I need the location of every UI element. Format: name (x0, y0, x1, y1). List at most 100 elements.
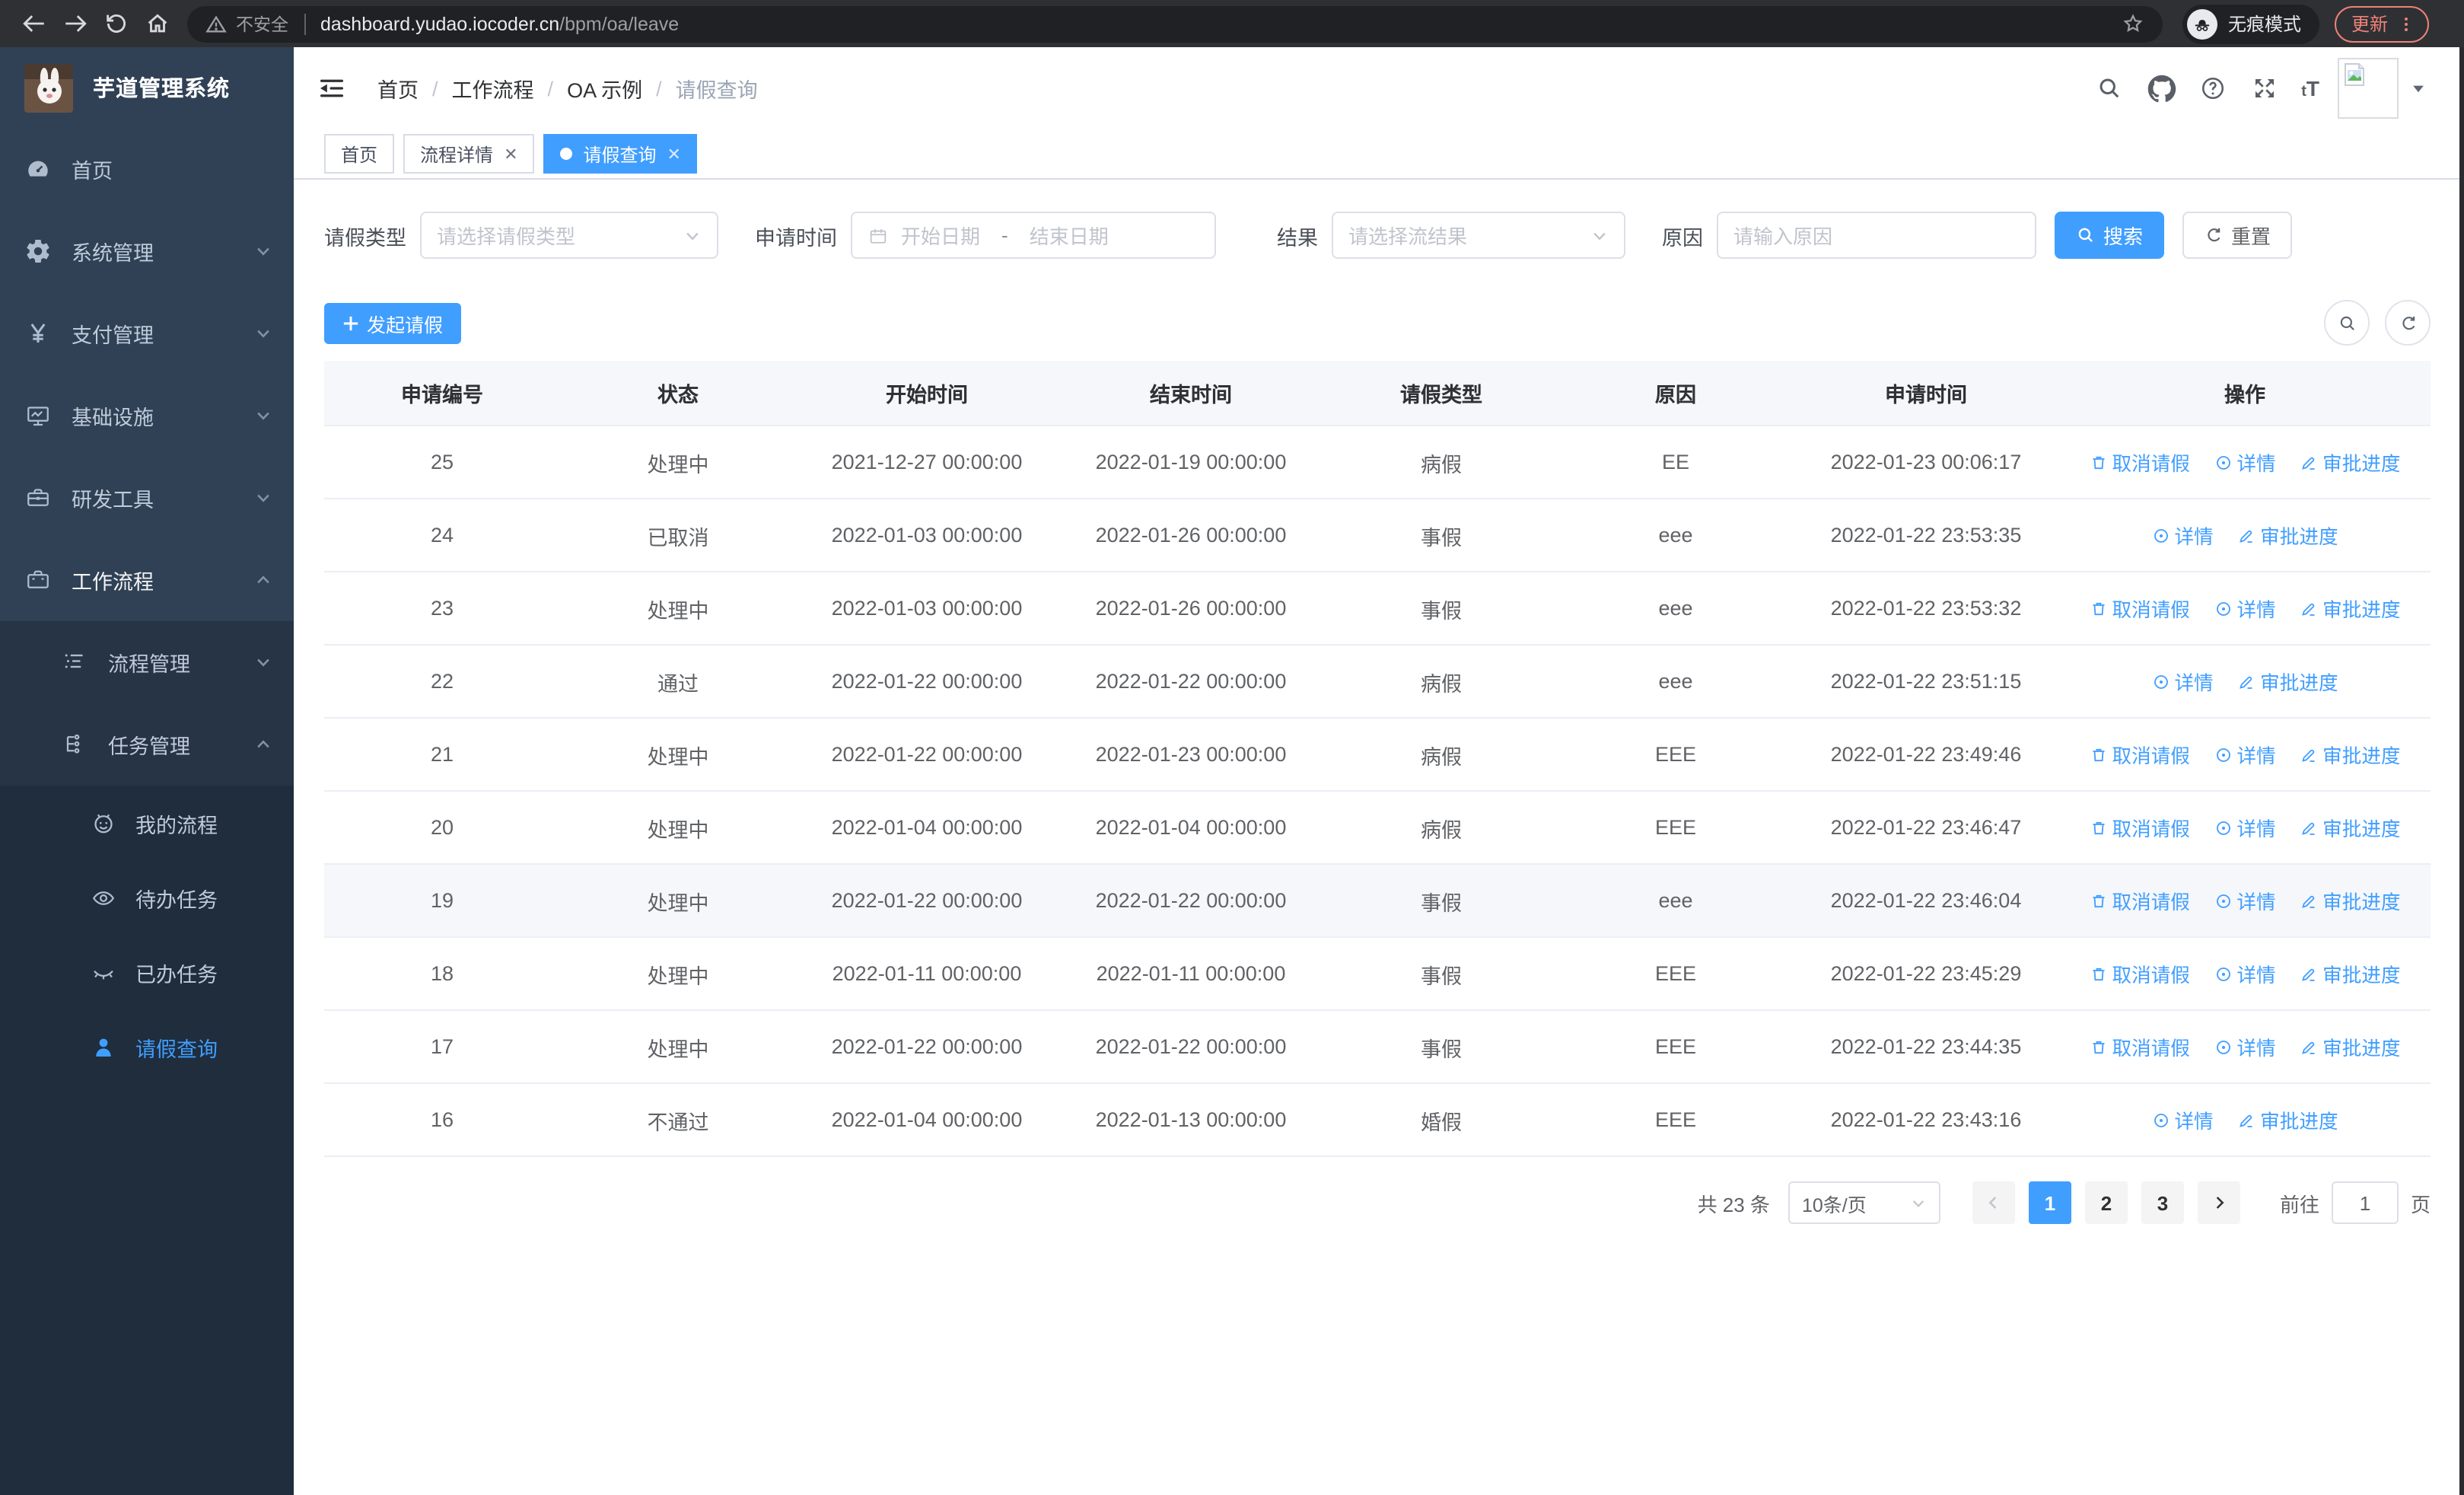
table-row[interactable]: 16 不通过 2022-01-04 00:00:00 2022-01-13 00… (324, 1083, 2431, 1157)
font-size-button[interactable]: tT (2301, 76, 2319, 100)
github-link[interactable] (2146, 73, 2176, 104)
cancel-leave-link[interactable]: 取消请假 (2090, 1032, 2190, 1061)
sidebar-collapse-icon[interactable] (317, 73, 347, 104)
page-button-3[interactable]: 3 (2141, 1181, 2184, 1224)
detail-link[interactable]: 详情 (2214, 886, 2276, 915)
sidebar-item-done-tasks[interactable]: 已办任务 (0, 935, 294, 1009)
search-button[interactable]: 搜索 (2055, 212, 2165, 259)
sidebar-item-home[interactable]: 首页 (0, 128, 294, 210)
view-icon (2214, 1038, 2232, 1056)
reset-button[interactable]: 重置 (2182, 212, 2293, 259)
refresh-table-button[interactable] (2385, 300, 2431, 346)
hide-search-button[interactable] (2324, 300, 2370, 346)
table-row[interactable]: 17 处理中 2022-01-22 00:00:00 2022-01-22 00… (324, 1010, 2431, 1084)
bookmark-star-icon[interactable] (2122, 12, 2144, 35)
cell-status: 处理中 (560, 572, 796, 645)
approval-progress-link[interactable]: 审批进度 (2237, 1105, 2338, 1134)
sidebar-item-process-management[interactable]: 流程管理 (0, 621, 294, 703)
prev-page-button[interactable] (1972, 1181, 2015, 1224)
create-leave-button[interactable]: 发起请假 (324, 302, 462, 343)
browser-window: 不安全 dashboard.yudao.iocoder.cn/bpm/oa/le… (0, 0, 2464, 1495)
breadcrumb-item[interactable]: OA 示例 (567, 73, 642, 104)
detail-link[interactable]: 详情 (2214, 740, 2276, 769)
detail-link[interactable]: 详情 (2214, 448, 2276, 477)
help-button[interactable] (2198, 73, 2228, 104)
table-tools (2309, 300, 2431, 346)
cell-leave-type: 病假 (1324, 718, 1558, 792)
sidebar-item-payment[interactable]: 支付管理 (0, 292, 294, 375)
sidebar-item-workflow[interactable]: 工作流程 (0, 539, 294, 621)
approval-progress-link[interactable]: 审批进度 (2237, 521, 2338, 550)
sidebar-item-task-management[interactable]: 任务管理 (0, 703, 294, 786)
page-button-2[interactable]: 2 (2084, 1181, 2128, 1224)
sidebar-item-dev-tools[interactable]: 研发工具 (0, 457, 294, 539)
approval-progress-link[interactable]: 审批进度 (2300, 813, 2401, 842)
approval-progress-link[interactable]: 审批进度 (2300, 448, 2401, 477)
apply-time-range-picker[interactable]: 开始日期 - 结束日期 (851, 212, 1216, 259)
sidebar-item-infrastructure[interactable]: 基础设施 (0, 375, 294, 457)
leave-type-select[interactable]: 请选择请假类型 (420, 212, 718, 259)
tab-process-detail[interactable]: 流程详情 ✕ (403, 134, 535, 174)
detail-link[interactable]: 详情 (2214, 594, 2276, 623)
tab-close-icon[interactable]: ✕ (667, 144, 681, 164)
browser-forward-button[interactable] (56, 5, 93, 42)
cell-status: 通过 (560, 645, 796, 719)
detail-link[interactable]: 详情 (2151, 667, 2214, 696)
table-row[interactable]: 22 通过 2022-01-22 00:00:00 2022-01-22 00:… (324, 645, 2431, 719)
page-size-select[interactable]: 10条/页 (1788, 1181, 1940, 1224)
approval-progress-link[interactable]: 审批进度 (2300, 959, 2401, 988)
cell-actions: 取消请假 详情 审批进度 (2059, 937, 2431, 1011)
header-search-button[interactable] (2094, 73, 2125, 104)
table-row[interactable]: 21 处理中 2022-01-22 00:00:00 2022-01-23 00… (324, 718, 2431, 792)
cancel-leave-link[interactable]: 取消请假 (2090, 886, 2190, 915)
sidebar-item-leave-query[interactable]: 请假查询 (0, 1009, 294, 1084)
table-row[interactable]: 25 处理中 2021-12-27 00:00:00 2022-01-19 00… (324, 426, 2431, 499)
browser-home-button[interactable] (138, 5, 175, 42)
detail-link[interactable]: 详情 (2151, 1105, 2214, 1134)
browser-update-button[interactable]: 更新 (2335, 5, 2430, 42)
tab-leave-query[interactable]: 请假查询 ✕ (543, 134, 698, 174)
tab-home[interactable]: 首页 (324, 134, 395, 174)
address-bar[interactable]: 不安全 dashboard.yudao.iocoder.cn/bpm/oa/le… (187, 5, 2163, 42)
approval-progress-link[interactable]: 审批进度 (2300, 594, 2401, 623)
detail-link[interactable]: 详情 (2151, 521, 2214, 550)
browser-back-button[interactable] (15, 5, 52, 42)
detail-link[interactable]: 详情 (2214, 1032, 2276, 1061)
table-row[interactable]: 19 处理中 2022-01-22 00:00:00 2022-01-22 00… (324, 864, 2431, 938)
reason-input[interactable]: 请输入原因 (1717, 212, 2036, 259)
browser-menu-icon[interactable] (2396, 13, 2417, 34)
next-page-button[interactable] (2197, 1181, 2240, 1224)
sidebar-item-my-process[interactable]: 我的流程 (0, 786, 294, 860)
sidebar-item-todo-tasks[interactable]: 待办任务 (0, 860, 294, 935)
tab-close-icon[interactable]: ✕ (504, 144, 517, 164)
avatar[interactable] (2338, 58, 2399, 119)
table-row[interactable]: 18 处理中 2022-01-11 00:00:00 2022-01-11 00… (324, 937, 2431, 1011)
cell-apply-id: 19 (324, 864, 560, 938)
goto-page-input[interactable] (2331, 1181, 2399, 1224)
cancel-leave-link[interactable]: 取消请假 (2090, 959, 2190, 988)
sidebar-item-system[interactable]: 系统管理 (0, 210, 294, 292)
cancel-leave-link[interactable]: 取消请假 (2090, 448, 2190, 477)
cancel-leave-link[interactable]: 取消请假 (2090, 813, 2190, 842)
table-row[interactable]: 24 已取消 2022-01-03 00:00:00 2022-01-26 00… (324, 499, 2431, 572)
detail-link[interactable]: 详情 (2214, 959, 2276, 988)
result-select[interactable]: 请选择流结果 (1332, 212, 1625, 259)
page-button-1[interactable]: 1 (2028, 1181, 2071, 1224)
approval-progress-link[interactable]: 审批进度 (2300, 1032, 2401, 1061)
view-icon (2214, 964, 2232, 983)
breadcrumb-item[interactable]: 首页 (377, 73, 419, 104)
pen-icon (2300, 745, 2318, 763)
approval-progress-link[interactable]: 审批进度 (2237, 667, 2338, 696)
table-row[interactable]: 20 处理中 2022-01-04 00:00:00 2022-01-04 00… (324, 791, 2431, 865)
approval-progress-link[interactable]: 审批进度 (2300, 740, 2401, 769)
cancel-leave-link[interactable]: 取消请假 (2090, 594, 2190, 623)
cancel-leave-link[interactable]: 取消请假 (2090, 740, 2190, 769)
approval-progress-link[interactable]: 审批进度 (2300, 886, 2401, 915)
detail-link[interactable]: 详情 (2214, 813, 2276, 842)
chevron-right-icon (2216, 1197, 2224, 1209)
fullscreen-button[interactable] (2249, 73, 2280, 104)
avatar-caret-icon[interactable] (2409, 79, 2427, 97)
browser-reload-button[interactable] (97, 5, 134, 42)
table-row[interactable]: 23 处理中 2022-01-03 00:00:00 2022-01-26 00… (324, 572, 2431, 645)
breadcrumb-item[interactable]: 工作流程 (452, 73, 534, 104)
